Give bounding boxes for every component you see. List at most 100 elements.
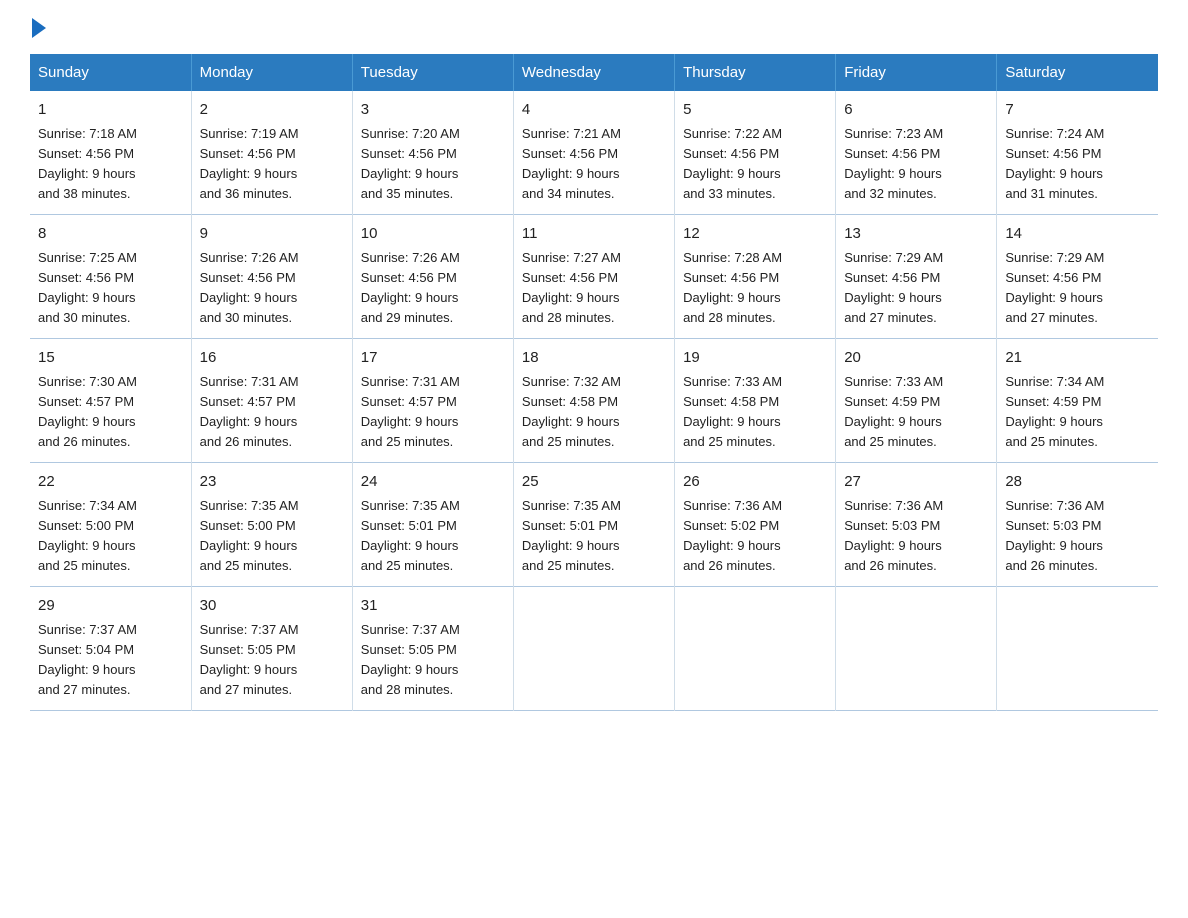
day-info: Sunrise: 7:26 AMSunset: 4:56 PMDaylight:…	[361, 250, 460, 325]
calendar-week-row: 22 Sunrise: 7:34 AMSunset: 5:00 PMDaylig…	[30, 463, 1158, 587]
day-info: Sunrise: 7:28 AMSunset: 4:56 PMDaylight:…	[683, 250, 782, 325]
calendar-cell: 17 Sunrise: 7:31 AMSunset: 4:57 PMDaylig…	[352, 339, 513, 463]
calendar-cell: 19 Sunrise: 7:33 AMSunset: 4:58 PMDaylig…	[675, 339, 836, 463]
day-number: 29	[38, 595, 183, 618]
day-info: Sunrise: 7:23 AMSunset: 4:56 PMDaylight:…	[844, 126, 943, 201]
calendar-cell: 2 Sunrise: 7:19 AMSunset: 4:56 PMDayligh…	[191, 91, 352, 215]
day-number: 4	[522, 99, 666, 122]
day-info: Sunrise: 7:31 AMSunset: 4:57 PMDaylight:…	[200, 374, 299, 449]
header-sunday: Sunday	[30, 54, 191, 91]
day-number: 30	[200, 595, 344, 618]
calendar-table: SundayMondayTuesdayWednesdayThursdayFrid…	[30, 54, 1158, 711]
logo	[30, 20, 46, 36]
day-info: Sunrise: 7:34 AMSunset: 5:00 PMDaylight:…	[38, 498, 137, 573]
day-number: 3	[361, 99, 505, 122]
calendar-cell: 10 Sunrise: 7:26 AMSunset: 4:56 PMDaylig…	[352, 215, 513, 339]
calendar-cell: 21 Sunrise: 7:34 AMSunset: 4:59 PMDaylig…	[997, 339, 1158, 463]
day-info: Sunrise: 7:37 AMSunset: 5:05 PMDaylight:…	[361, 622, 460, 697]
calendar-cell: 20 Sunrise: 7:33 AMSunset: 4:59 PMDaylig…	[836, 339, 997, 463]
day-info: Sunrise: 7:36 AMSunset: 5:03 PMDaylight:…	[844, 498, 943, 573]
calendar-cell: 23 Sunrise: 7:35 AMSunset: 5:00 PMDaylig…	[191, 463, 352, 587]
day-number: 17	[361, 347, 505, 370]
day-number: 31	[361, 595, 505, 618]
calendar-cell: 28 Sunrise: 7:36 AMSunset: 5:03 PMDaylig…	[997, 463, 1158, 587]
day-info: Sunrise: 7:18 AMSunset: 4:56 PMDaylight:…	[38, 126, 137, 201]
day-info: Sunrise: 7:37 AMSunset: 5:04 PMDaylight:…	[38, 622, 137, 697]
calendar-cell: 14 Sunrise: 7:29 AMSunset: 4:56 PMDaylig…	[997, 215, 1158, 339]
calendar-cell: 25 Sunrise: 7:35 AMSunset: 5:01 PMDaylig…	[513, 463, 674, 587]
day-number: 16	[200, 347, 344, 370]
day-info: Sunrise: 7:36 AMSunset: 5:02 PMDaylight:…	[683, 498, 782, 573]
calendar-cell	[997, 587, 1158, 711]
day-number: 14	[1005, 223, 1150, 246]
header-thursday: Thursday	[675, 54, 836, 91]
day-number: 21	[1005, 347, 1150, 370]
day-info: Sunrise: 7:20 AMSunset: 4:56 PMDaylight:…	[361, 126, 460, 201]
calendar-cell: 31 Sunrise: 7:37 AMSunset: 5:05 PMDaylig…	[352, 587, 513, 711]
logo-arrow-icon	[32, 18, 46, 38]
header-saturday: Saturday	[997, 54, 1158, 91]
day-info: Sunrise: 7:34 AMSunset: 4:59 PMDaylight:…	[1005, 374, 1104, 449]
day-info: Sunrise: 7:32 AMSunset: 4:58 PMDaylight:…	[522, 374, 621, 449]
calendar-cell: 5 Sunrise: 7:22 AMSunset: 4:56 PMDayligh…	[675, 91, 836, 215]
day-info: Sunrise: 7:37 AMSunset: 5:05 PMDaylight:…	[200, 622, 299, 697]
header-friday: Friday	[836, 54, 997, 91]
calendar-week-row: 15 Sunrise: 7:30 AMSunset: 4:57 PMDaylig…	[30, 339, 1158, 463]
day-number: 2	[200, 99, 344, 122]
calendar-cell: 12 Sunrise: 7:28 AMSunset: 4:56 PMDaylig…	[675, 215, 836, 339]
day-number: 26	[683, 471, 827, 494]
calendar-cell: 26 Sunrise: 7:36 AMSunset: 5:02 PMDaylig…	[675, 463, 836, 587]
day-info: Sunrise: 7:33 AMSunset: 4:58 PMDaylight:…	[683, 374, 782, 449]
calendar-cell: 24 Sunrise: 7:35 AMSunset: 5:01 PMDaylig…	[352, 463, 513, 587]
calendar-header-row: SundayMondayTuesdayWednesdayThursdayFrid…	[30, 54, 1158, 91]
day-number: 8	[38, 223, 183, 246]
day-info: Sunrise: 7:25 AMSunset: 4:56 PMDaylight:…	[38, 250, 137, 325]
day-number: 22	[38, 471, 183, 494]
calendar-cell: 29 Sunrise: 7:37 AMSunset: 5:04 PMDaylig…	[30, 587, 191, 711]
calendar-cell: 30 Sunrise: 7:37 AMSunset: 5:05 PMDaylig…	[191, 587, 352, 711]
calendar-cell: 1 Sunrise: 7:18 AMSunset: 4:56 PMDayligh…	[30, 91, 191, 215]
day-info: Sunrise: 7:26 AMSunset: 4:56 PMDaylight:…	[200, 250, 299, 325]
calendar-cell: 9 Sunrise: 7:26 AMSunset: 4:56 PMDayligh…	[191, 215, 352, 339]
day-number: 11	[522, 223, 666, 246]
day-info: Sunrise: 7:33 AMSunset: 4:59 PMDaylight:…	[844, 374, 943, 449]
header-tuesday: Tuesday	[352, 54, 513, 91]
day-number: 18	[522, 347, 666, 370]
day-number: 23	[200, 471, 344, 494]
calendar-cell: 8 Sunrise: 7:25 AMSunset: 4:56 PMDayligh…	[30, 215, 191, 339]
day-info: Sunrise: 7:21 AMSunset: 4:56 PMDaylight:…	[522, 126, 621, 201]
day-info: Sunrise: 7:27 AMSunset: 4:56 PMDaylight:…	[522, 250, 621, 325]
day-info: Sunrise: 7:29 AMSunset: 4:56 PMDaylight:…	[1005, 250, 1104, 325]
day-info: Sunrise: 7:36 AMSunset: 5:03 PMDaylight:…	[1005, 498, 1104, 573]
calendar-cell: 4 Sunrise: 7:21 AMSunset: 4:56 PMDayligh…	[513, 91, 674, 215]
day-number: 5	[683, 99, 827, 122]
calendar-week-row: 29 Sunrise: 7:37 AMSunset: 5:04 PMDaylig…	[30, 587, 1158, 711]
day-info: Sunrise: 7:35 AMSunset: 5:00 PMDaylight:…	[200, 498, 299, 573]
calendar-cell: 6 Sunrise: 7:23 AMSunset: 4:56 PMDayligh…	[836, 91, 997, 215]
day-info: Sunrise: 7:22 AMSunset: 4:56 PMDaylight:…	[683, 126, 782, 201]
page-header	[30, 20, 1158, 36]
calendar-cell	[836, 587, 997, 711]
calendar-cell: 13 Sunrise: 7:29 AMSunset: 4:56 PMDaylig…	[836, 215, 997, 339]
day-number: 1	[38, 99, 183, 122]
day-number: 19	[683, 347, 827, 370]
header-wednesday: Wednesday	[513, 54, 674, 91]
calendar-cell: 7 Sunrise: 7:24 AMSunset: 4:56 PMDayligh…	[997, 91, 1158, 215]
day-number: 12	[683, 223, 827, 246]
calendar-week-row: 8 Sunrise: 7:25 AMSunset: 4:56 PMDayligh…	[30, 215, 1158, 339]
day-number: 13	[844, 223, 988, 246]
day-info: Sunrise: 7:29 AMSunset: 4:56 PMDaylight:…	[844, 250, 943, 325]
calendar-cell	[675, 587, 836, 711]
day-number: 10	[361, 223, 505, 246]
calendar-cell	[513, 587, 674, 711]
day-number: 7	[1005, 99, 1150, 122]
calendar-cell: 3 Sunrise: 7:20 AMSunset: 4:56 PMDayligh…	[352, 91, 513, 215]
calendar-cell: 15 Sunrise: 7:30 AMSunset: 4:57 PMDaylig…	[30, 339, 191, 463]
day-info: Sunrise: 7:35 AMSunset: 5:01 PMDaylight:…	[361, 498, 460, 573]
header-monday: Monday	[191, 54, 352, 91]
day-info: Sunrise: 7:24 AMSunset: 4:56 PMDaylight:…	[1005, 126, 1104, 201]
day-number: 28	[1005, 471, 1150, 494]
calendar-cell: 18 Sunrise: 7:32 AMSunset: 4:58 PMDaylig…	[513, 339, 674, 463]
calendar-cell: 16 Sunrise: 7:31 AMSunset: 4:57 PMDaylig…	[191, 339, 352, 463]
calendar-week-row: 1 Sunrise: 7:18 AMSunset: 4:56 PMDayligh…	[30, 91, 1158, 215]
